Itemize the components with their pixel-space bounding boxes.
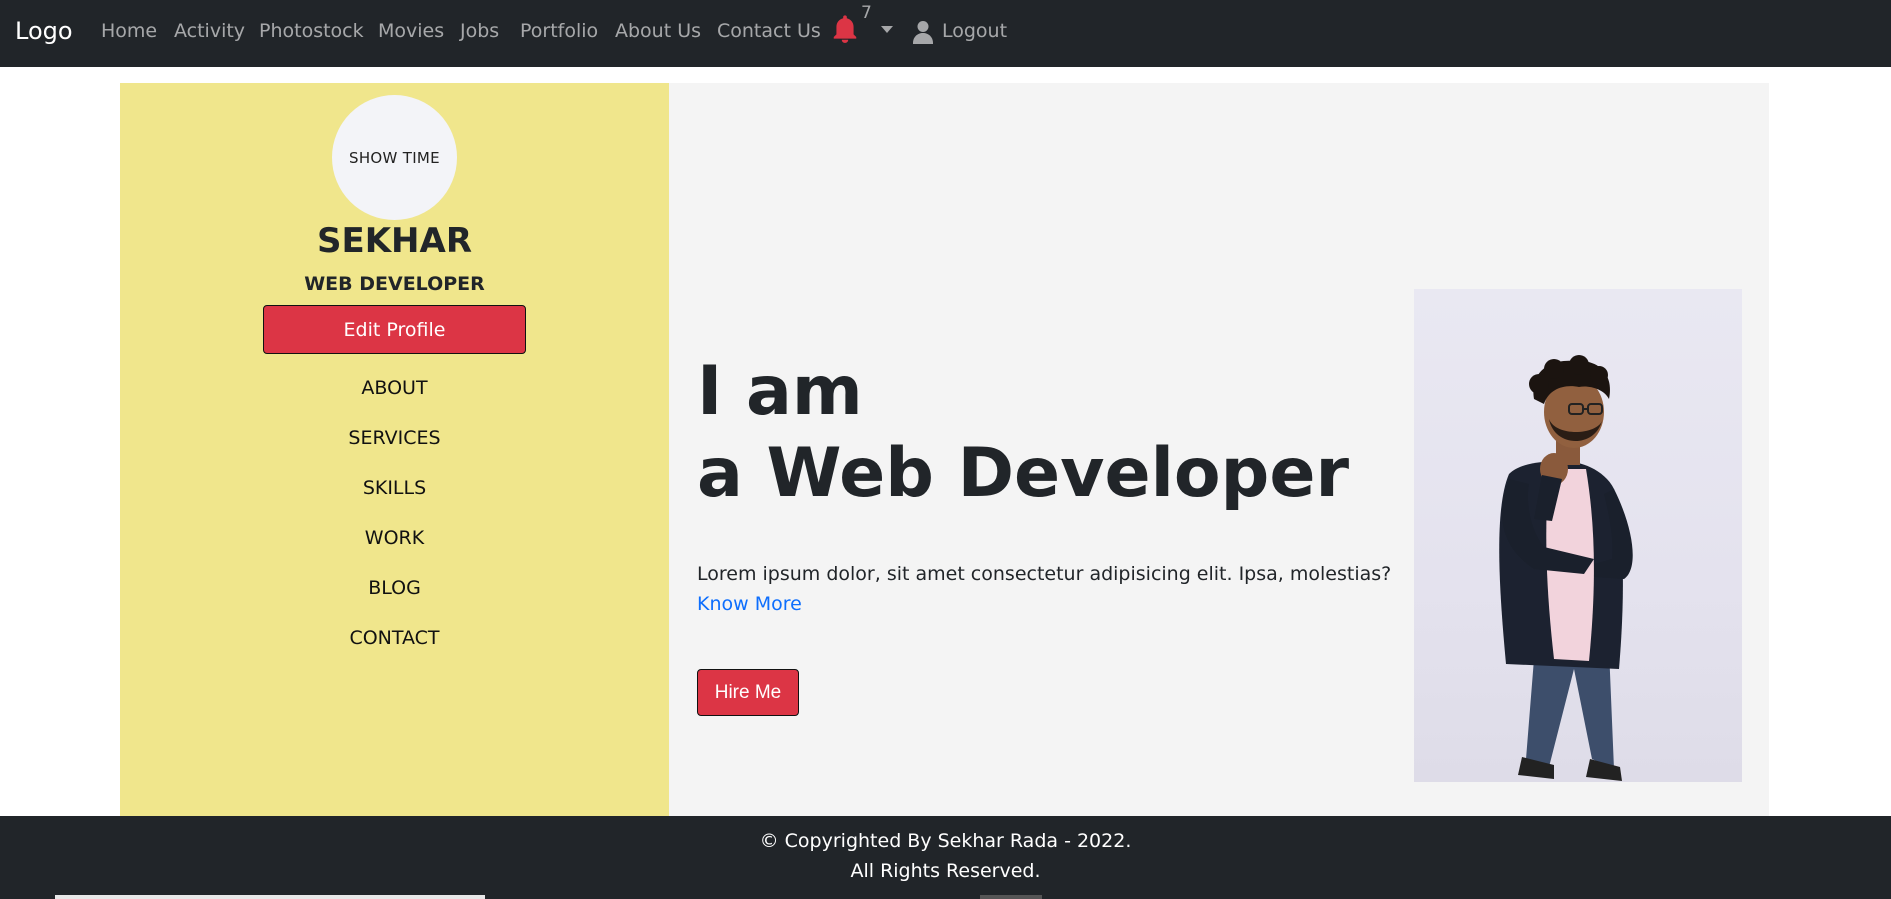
main-content: SHOW TIME SEKHAR WEB DEVELOPER Edit Prof… [120,83,1769,816]
know-more-link[interactable]: Know More [697,593,802,615]
horizontal-scrollbar[interactable] [55,895,485,899]
footer-rights: All Rights Reserved. [850,860,1041,882]
hire-me-button[interactable]: Hire Me [697,669,799,716]
nav-link-portfolio[interactable]: Portfolio [520,20,598,42]
brand-logo[interactable]: Logo [15,17,73,45]
person-illustration [1499,355,1633,781]
nav-link-about-us[interactable]: About Us [615,20,701,42]
sidebar-item-services[interactable]: SERVICES [120,427,669,449]
top-navbar: Logo Home Activity Photostock Movies Job… [0,0,1891,67]
sidebar-item-skills[interactable]: SKILLS [120,477,669,499]
nav-link-home[interactable]: Home [101,20,157,42]
chevron-down-icon[interactable] [881,26,893,33]
sidebar-item-about[interactable]: ABOUT [120,377,669,399]
bell-icon[interactable] [832,14,858,44]
edit-profile-button[interactable]: Edit Profile [263,305,526,354]
nav-link-movies[interactable]: Movies [378,20,444,42]
profile-role: WEB DEVELOPER [304,273,485,295]
notification-count-badge: 7 [861,3,872,23]
user-icon [913,21,933,44]
sidebar-item-blog[interactable]: BLOG [120,577,669,599]
profile-name: SEKHAR [316,221,472,261]
avatar-text: SHOW TIME [349,148,440,167]
sidebar-item-contact[interactable]: CONTACT [120,627,669,649]
taskbar-indicator [980,895,1042,899]
hero-description: Lorem ipsum dolor, sit amet consectetur … [697,563,1392,585]
hero-line-1: I am [697,352,863,431]
nav-link-activity[interactable]: Activity [174,20,245,42]
sidebar-item-work[interactable]: WORK [120,527,669,549]
profile-sidebar: SHOW TIME SEKHAR WEB DEVELOPER Edit Prof… [120,83,669,816]
avatar: SHOW TIME [332,95,457,220]
nav-link-contact-us[interactable]: Contact Us [717,20,821,42]
nav-link-photostock[interactable]: Photostock [259,20,364,42]
footer-copyright: © Copyrighted By Sekhar Rada - 2022. [759,830,1132,852]
site-footer: © Copyrighted By Sekhar Rada - 2022. All… [0,816,1891,899]
logout-link[interactable]: Logout [942,20,1007,42]
profile-photo [1414,289,1742,782]
nav-link-jobs[interactable]: Jobs [460,20,499,42]
hero-line-2: a Web Developer [697,434,1349,513]
